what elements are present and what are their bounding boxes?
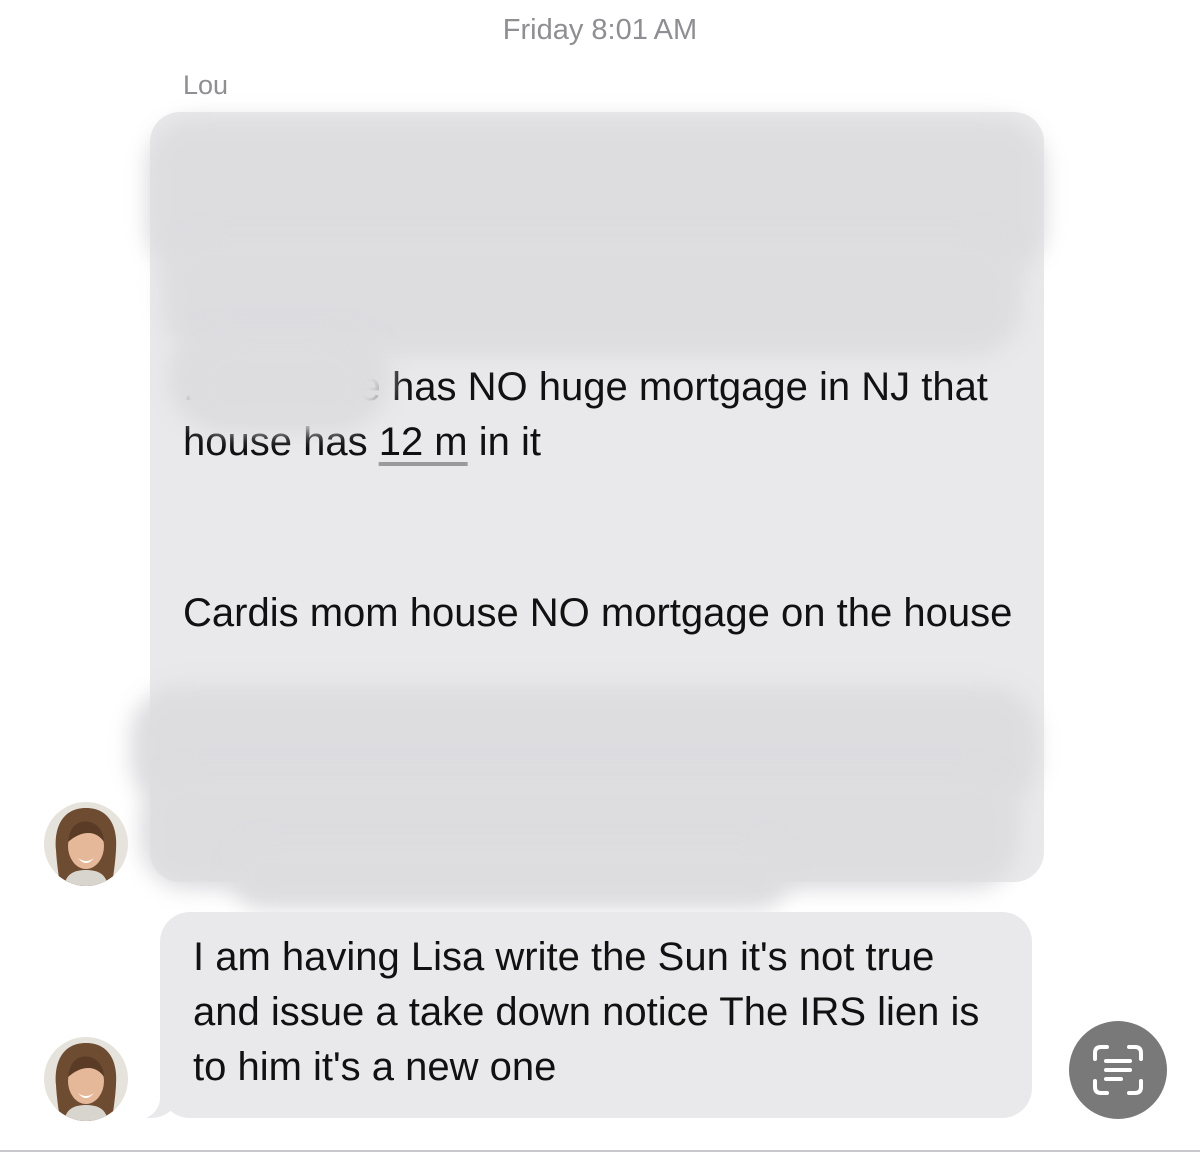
live-text-button[interactable] [1069, 1021, 1167, 1119]
divider [0, 1150, 1200, 1152]
live-text-icon [1093, 1045, 1143, 1095]
redaction-bottom [230, 840, 790, 910]
sender-name: Lou [183, 70, 229, 100]
message-timestamp: Friday 8:01 AM [502, 14, 698, 46]
contact-photo-icon [44, 1037, 128, 1121]
contact-photo-icon [44, 802, 128, 886]
data-detector-link[interactable]: 12 m [379, 420, 468, 464]
message-text: Cardis mom house NO mortgage on the hous… [183, 591, 1013, 635]
message-text: I am having Lisa write the Sun it's not … [193, 935, 980, 1089]
redaction-top [190, 338, 370, 428]
avatar[interactable] [44, 1037, 128, 1121]
message-bubble[interactable]: I am having Lisa write the Sun it's not … [124, 912, 1032, 1120]
avatar[interactable] [44, 802, 128, 886]
